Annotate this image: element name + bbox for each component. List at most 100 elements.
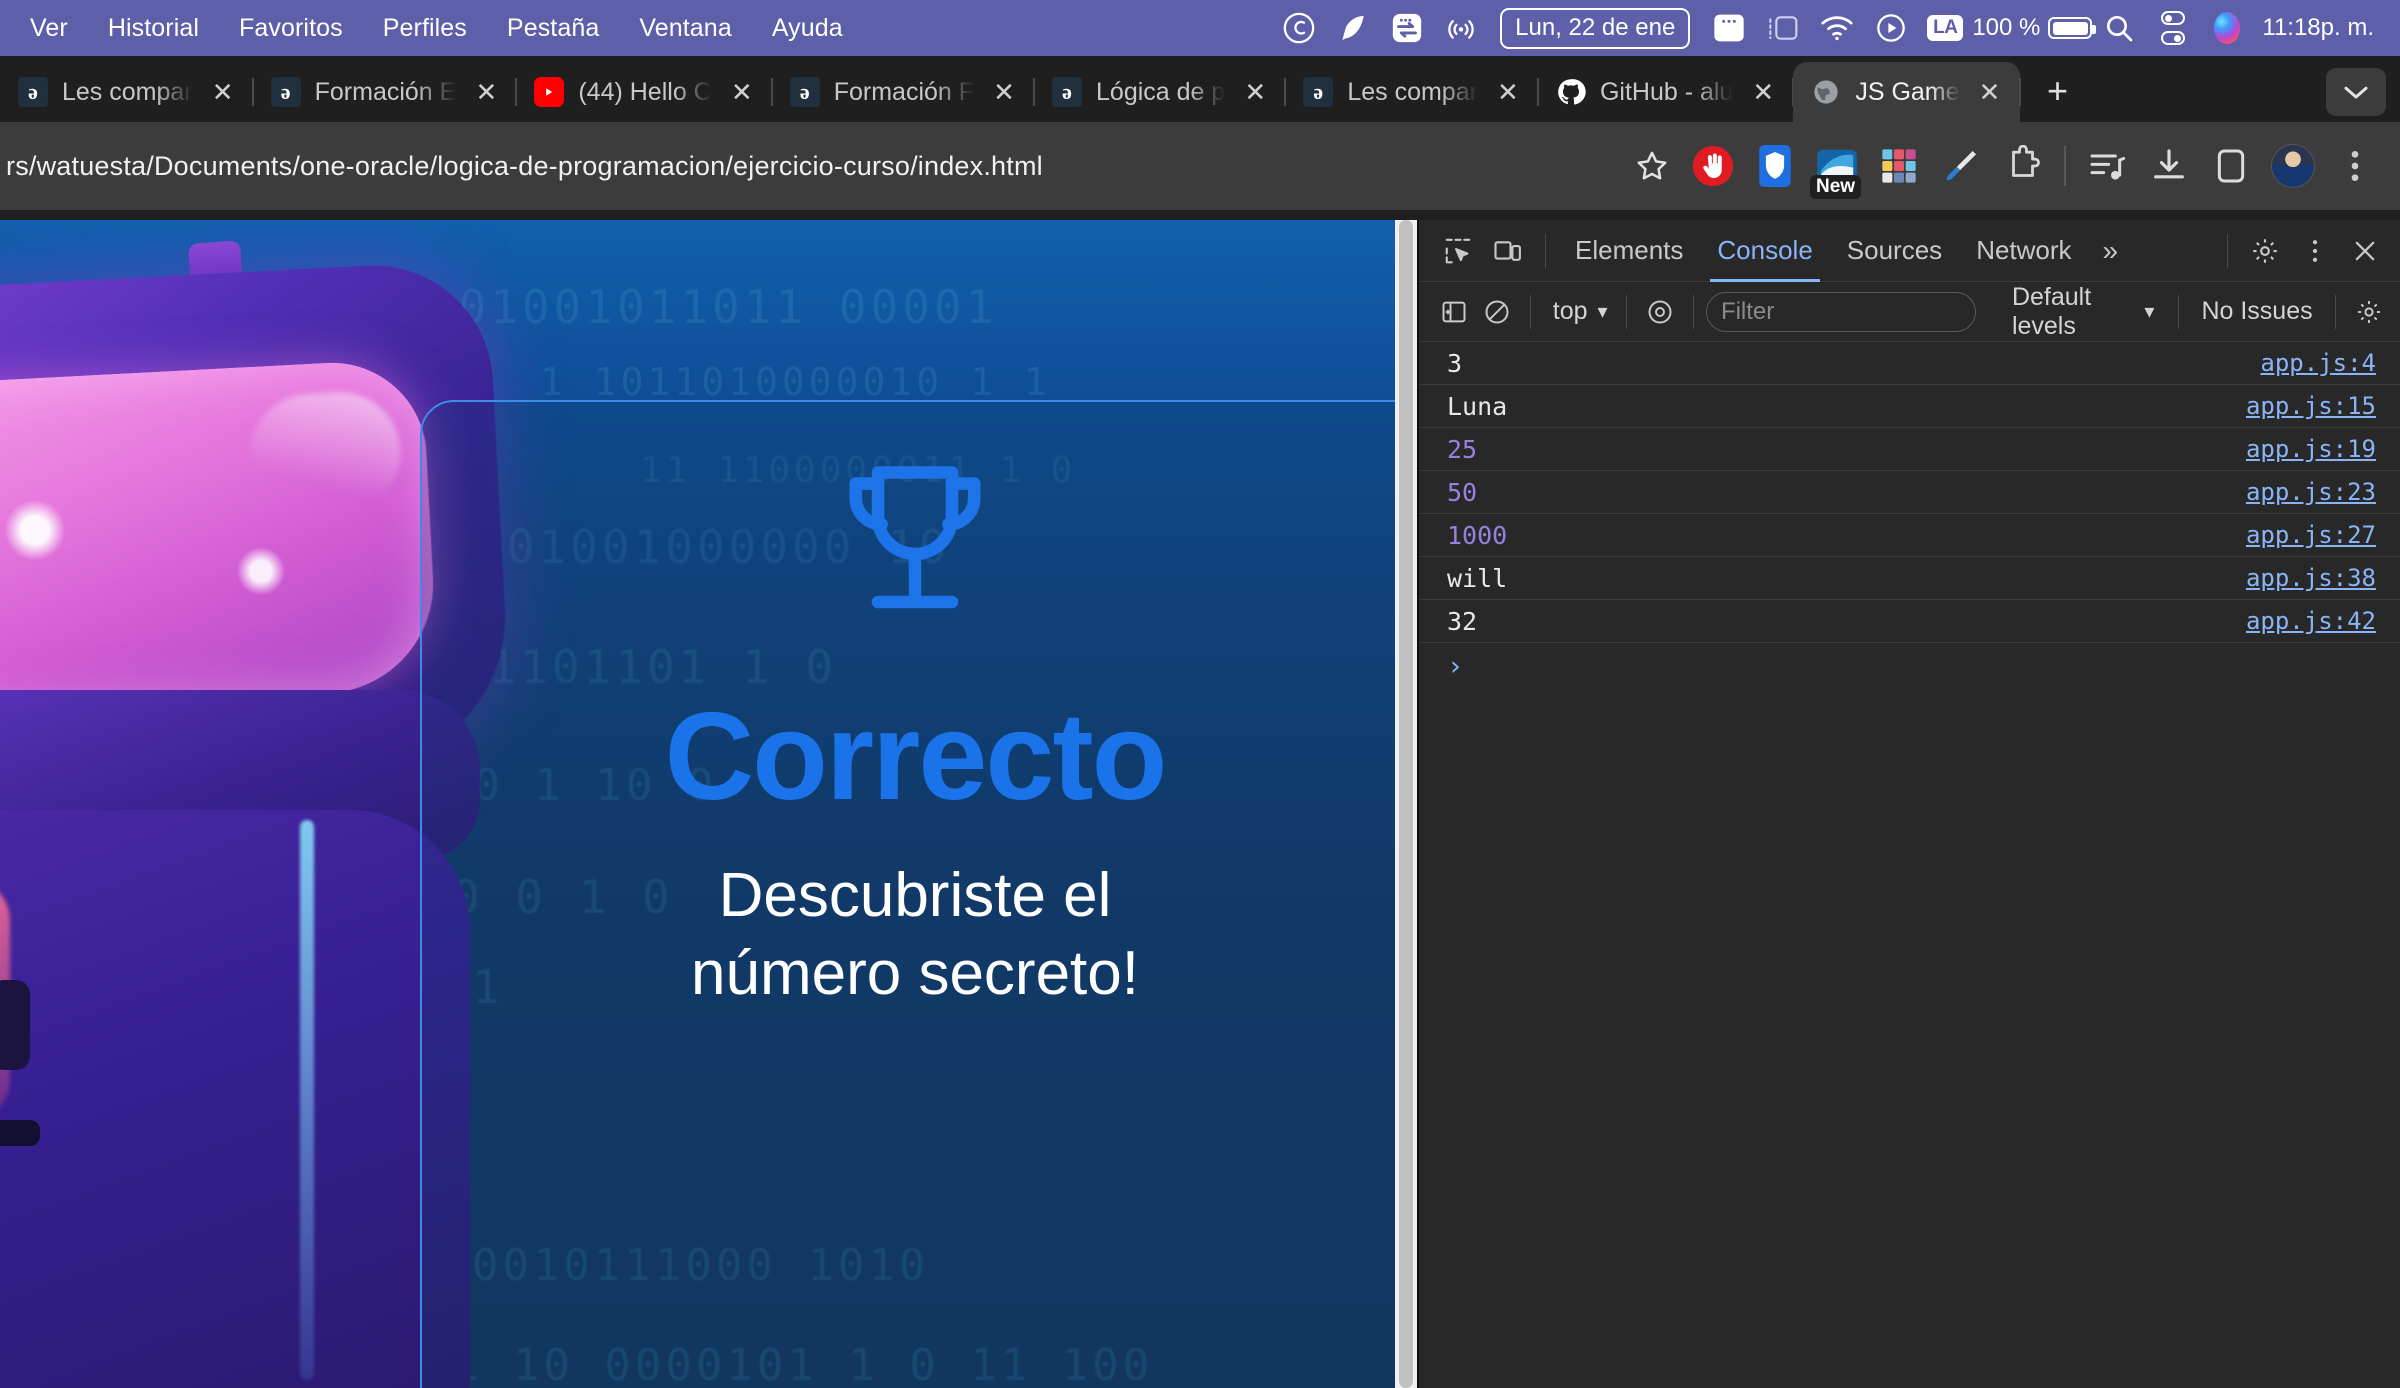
more-tabs-button[interactable]: »	[2089, 221, 2133, 281]
tab-github-alu[interactable]: GitHub - alu ✕	[1538, 62, 1795, 122]
tab-close-button[interactable]: ✕	[470, 76, 502, 108]
search-icon[interactable]	[2092, 0, 2146, 56]
menu-item-ventana[interactable]: Ventana	[619, 0, 751, 56]
tab-les-compar-2[interactable]: ə Les compar ✕	[1285, 62, 1539, 122]
tab-sources[interactable]: Sources	[1830, 220, 1959, 282]
devtools-panel: Elements Console Sources Network » top ▾…	[1417, 220, 2400, 1388]
adobe-creative-cloud-icon[interactable]	[1272, 0, 1326, 56]
console-row[interactable]: will app.js:38	[1419, 557, 2400, 600]
menu-item-ayuda[interactable]: Ayuda	[752, 0, 863, 56]
star-icon[interactable]	[1622, 136, 1682, 196]
issues-status[interactable]: No Issues	[2191, 297, 2322, 326]
console-source-link[interactable]: app.js:23	[2246, 478, 2376, 506]
console-source-link[interactable]: app.js:15	[2246, 392, 2376, 420]
console-source-link[interactable]: app.js:4	[2260, 349, 2376, 377]
control-center-icon[interactable]	[2146, 0, 2200, 56]
menu-item-perfiles[interactable]: Perfiles	[363, 0, 487, 56]
eyedropper-extension-icon[interactable]	[1930, 135, 1992, 197]
console-source-link[interactable]: app.js:19	[2246, 435, 2376, 463]
tab-close-button[interactable]: ✕	[1239, 76, 1271, 108]
console-row[interactable]: Luna app.js:15	[1419, 385, 2400, 428]
tab-formacion-f[interactable]: ə Formación F ✕	[772, 62, 1036, 122]
control-center-toggle-top	[2161, 11, 2186, 25]
media-playlist-icon[interactable]	[2076, 135, 2138, 197]
tab-label: (44) Hello C	[578, 77, 712, 106]
log-levels-selector[interactable]: Default levels ▾	[2000, 283, 2167, 341]
console-source-link[interactable]: app.js:27	[2246, 521, 2376, 549]
chrome-menu-icon[interactable]	[2324, 135, 2386, 197]
tab-close-button[interactable]: ✕	[1492, 76, 1524, 108]
page-scrollbar-thumb[interactable]	[1399, 220, 1413, 1388]
side-panel-icon[interactable]	[2200, 135, 2262, 197]
wifi-icon[interactable]	[1810, 0, 1864, 56]
menu-item-favoritos[interactable]: Favoritos	[219, 0, 363, 56]
downloads-icon[interactable]	[2138, 135, 2200, 197]
menu-bar-date[interactable]: Lun, 22 de ene	[1500, 7, 1691, 49]
tab-close-button[interactable]: ✕	[207, 76, 239, 108]
console-row[interactable]: 1000 app.js:27	[1419, 514, 2400, 557]
console-sidebar-icon[interactable]	[1433, 287, 1475, 337]
live-expression-icon[interactable]	[1639, 287, 1681, 337]
address-bar[interactable]: rs/watuesta/Documents/one-oracle/logica-…	[0, 122, 1622, 210]
transfer-icon[interactable]	[1380, 0, 1434, 56]
tab-close-button[interactable]: ✕	[1747, 76, 1779, 108]
console-row[interactable]: 3 app.js:4	[1419, 342, 2400, 385]
tab-label: GitHub - alu	[1599, 77, 1734, 106]
console-row[interactable]: 50 app.js:23	[1419, 471, 2400, 514]
menu-bar-clock[interactable]: 11:18p. m.	[2254, 14, 2382, 42]
console-source-link[interactable]: app.js:38	[2246, 564, 2376, 592]
tab-network[interactable]: Network	[1959, 220, 2088, 282]
tab-js-game[interactable]: JS Game ✕	[1793, 62, 2021, 122]
tab-console[interactable]: Console	[1700, 220, 1829, 282]
tab-search-button[interactable]	[2326, 68, 2386, 116]
device-toolbar-icon[interactable]	[1483, 226, 1533, 276]
clear-console-icon[interactable]	[1475, 287, 1517, 337]
inspect-element-icon[interactable]	[1433, 226, 1483, 276]
tab-elements[interactable]: Elements	[1558, 220, 1700, 282]
battery-indicator[interactable]: 100 %	[1972, 0, 2097, 56]
menu-item-ver[interactable]: Ver	[10, 0, 88, 56]
play-icon[interactable]	[1864, 0, 1918, 56]
control-center-toggle-bottom	[2161, 31, 2186, 45]
menu-item-pestana[interactable]: Pestaña	[487, 0, 619, 56]
console-row[interactable]: 32 app.js:42	[1419, 600, 2400, 643]
adblock-extension-icon[interactable]	[1682, 135, 1744, 197]
console-source-link[interactable]: app.js:42	[2246, 607, 2376, 635]
profile-avatar[interactable]	[2262, 135, 2324, 197]
more-vertical-icon[interactable]	[2290, 226, 2340, 276]
window-icon[interactable]	[1702, 0, 1756, 56]
puzzle-extensions-icon[interactable]	[1992, 135, 2054, 197]
globe-icon	[1811, 77, 1841, 107]
siri-icon[interactable]	[2200, 0, 2254, 56]
new-tab-button[interactable]: +	[2032, 65, 2084, 117]
tab-strip: ə Les compar ✕ ə Formación E ✕ (44) Hell…	[0, 56, 2400, 122]
console-row[interactable]: 25 app.js:19	[1419, 428, 2400, 471]
shield-extension-icon[interactable]	[1744, 135, 1806, 197]
input-source-indicator[interactable]: LA	[1918, 0, 1972, 56]
gear-icon[interactable]	[2240, 226, 2290, 276]
new-extension-icon[interactable]: New	[1806, 135, 1868, 199]
tab-close-button[interactable]: ✕	[1974, 76, 2006, 108]
feather-icon[interactable]	[1326, 0, 1380, 56]
menu-bar-status-items: Lun, 22 de ene LA 100 % 11:18p. m.	[1272, 0, 2400, 56]
console-settings-icon[interactable]	[2348, 287, 2390, 337]
tab-les-compar-1[interactable]: ə Les compar ✕	[0, 62, 254, 122]
filter-input[interactable]	[1705, 291, 1976, 332]
tab-formacion-e[interactable]: ə Formación E ✕	[253, 62, 518, 122]
robot-visor	[0, 357, 439, 715]
tab-close-button[interactable]: ✕	[726, 76, 758, 108]
page-scrollbar[interactable]	[1395, 220, 1417, 1388]
robot-accent-dark2	[0, 1120, 40, 1146]
console-message: Luna	[1447, 391, 1508, 421]
close-icon[interactable]	[2340, 226, 2390, 276]
grid-apps-icon[interactable]	[1868, 135, 1930, 197]
tab-close-button[interactable]: ✕	[988, 76, 1020, 108]
console-prompt[interactable]: ›	[1419, 643, 2400, 689]
menu-item-historial[interactable]: Historial	[88, 0, 219, 56]
execution-context-selector[interactable]: top ▾	[1543, 297, 1614, 326]
tab-logica-de-p[interactable]: ə Lógica de p ✕	[1034, 62, 1287, 122]
alura-icon: ə	[1303, 77, 1334, 107]
sidebar-icon[interactable]	[1756, 0, 1810, 56]
airplay-icon[interactable]	[1434, 0, 1488, 56]
tab-hello-c-youtube[interactable]: (44) Hello C ✕	[516, 62, 773, 122]
